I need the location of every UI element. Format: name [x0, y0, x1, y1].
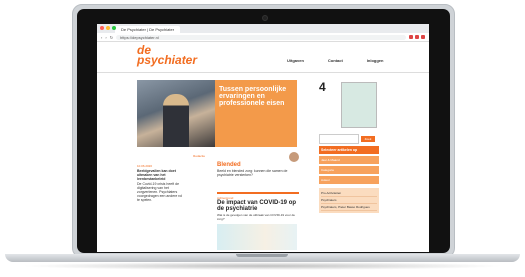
- article-body: Wat is de gevolgen van de uitbraak van C…: [217, 213, 295, 221]
- screen-bezel: De Psychiater | De Psychiater ‹ › ↻ http…: [77, 9, 450, 253]
- divider: [217, 192, 299, 194]
- camera-icon: [261, 15, 268, 21]
- article-body: Beeld en blended zorg: kunnen die samen …: [217, 169, 288, 177]
- browser-tabbar: De Psychiater | De Psychiater: [97, 24, 429, 33]
- browser-screen: De Psychiater | De Psychiater ‹ › ↻ http…: [97, 24, 429, 252]
- hero-image: [137, 80, 215, 147]
- search-input[interactable]: [319, 134, 359, 144]
- site-logo[interactable]: de psychiater: [137, 44, 198, 67]
- author-label: Redactie: [193, 154, 205, 158]
- laptop-notch: [236, 254, 288, 257]
- hero-box: Tussen persoonlijke ervaringen en profes…: [215, 80, 297, 147]
- back-icon[interactable]: ‹: [101, 35, 102, 40]
- forward-icon[interactable]: ›: [105, 35, 106, 40]
- search-row: Zoek: [319, 134, 375, 144]
- main-nav: Uitgaven Contact Inloggen: [287, 58, 383, 63]
- hero-title[interactable]: Tussen persoonlijke ervaringen en profes…: [219, 86, 293, 107]
- search-button[interactable]: Zoek: [361, 136, 375, 142]
- sidebar-link[interactable]: Psychiaters: [321, 197, 377, 204]
- article-title[interactable]: Beeldgevallen kan doet uitmaken van het …: [137, 169, 185, 181]
- article-title[interactable]: De impact van COVID-19 op de psychiatrie: [217, 200, 297, 212]
- reload-icon[interactable]: ↻: [110, 35, 113, 40]
- logo-line2: psychiater: [137, 53, 198, 67]
- window-controls[interactable]: [100, 26, 116, 30]
- sidebar-box: Pro-Activiteiten Psychiaters Psychiaters…: [319, 188, 379, 213]
- hero-person: [163, 94, 189, 147]
- avatar: [289, 152, 299, 162]
- sidebar-link[interactable]: Psychiaters, Pieter Basso Rodrigues: [321, 204, 377, 211]
- magazine-cover[interactable]: [341, 82, 377, 128]
- hero-feature[interactable]: Tussen persoonlijke ervaringen en profes…: [137, 80, 297, 147]
- article-left[interactable]: 10.06.2020 Beeldgevallen kan doet uitmak…: [137, 164, 185, 202]
- sidebar-link[interactable]: Pro-Activiteiten: [321, 190, 377, 197]
- article-mid[interactable]: Blended Beeld en blended zorg: kunnen di…: [217, 162, 297, 177]
- laptop-lid: De Psychiater | De Psychiater ‹ › ↻ http…: [72, 4, 455, 258]
- close-icon[interactable]: [100, 26, 104, 30]
- nav-item-uitgaven[interactable]: Uitgaven: [287, 58, 304, 63]
- article-title[interactable]: Blended: [217, 162, 297, 168]
- extension-icons[interactable]: [409, 35, 425, 39]
- nav-item-contact[interactable]: Contact: [328, 58, 343, 63]
- nav-item-inloggen[interactable]: Inloggen: [367, 58, 384, 63]
- site-header: de psychiater Uitgaven Contact Inloggen: [97, 42, 429, 73]
- article-image: [217, 224, 297, 250]
- url-input[interactable]: https://depsychiater.nl: [116, 34, 406, 40]
- minimize-icon[interactable]: [106, 26, 110, 30]
- browser-tab[interactable]: De Psychiater | De Psychiater: [115, 26, 181, 33]
- article-body: De Covid-19 crisis heeft de digitaliseri…: [137, 182, 183, 202]
- sidebar: Selecteer artikelen op Jaar & Maand Cate…: [319, 146, 379, 213]
- sidebar-item-auteur[interactable]: Auteur: [319, 176, 379, 184]
- maximize-icon[interactable]: [112, 26, 116, 30]
- article-date: 10.06.2020: [137, 164, 153, 168]
- sidebar-item-jaar[interactable]: Jaar & Maand: [319, 156, 379, 164]
- sidebar-item-categorie[interactable]: Categorie: [319, 166, 379, 174]
- article-covid[interactable]: Achtergrond De impact van COVID-19 op de…: [217, 196, 297, 221]
- address-bar: ‹ › ↻ https://depsychiater.nl: [97, 33, 429, 42]
- laptop-shadow: [20, 262, 505, 270]
- sidebar-header: Selecteer artikelen op: [319, 146, 379, 154]
